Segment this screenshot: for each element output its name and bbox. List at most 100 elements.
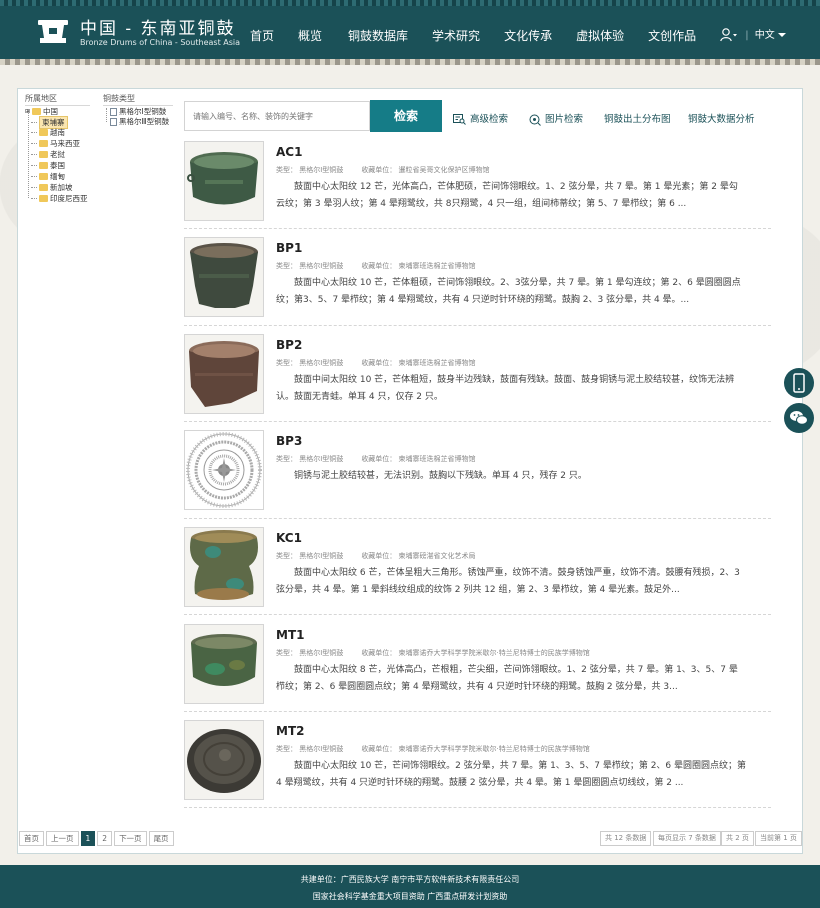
nav-creative[interactable]: 文创作品 xyxy=(648,0,696,65)
logo-chinese-text: 中国 - 东南亚铜鼓 xyxy=(80,19,236,39)
folder-icon xyxy=(39,173,48,180)
divider xyxy=(184,325,771,326)
drum-image[interactable] xyxy=(184,624,264,704)
drum-type: 黑格尔Ⅰ型铜鼓 xyxy=(299,166,344,174)
drum-type: 黑格尔Ⅰ型铜鼓 xyxy=(299,359,344,367)
drum-collection: 暹粒省吴哥文化保护区博物馆 xyxy=(398,166,490,174)
drum-code[interactable]: BP1 xyxy=(276,241,302,255)
region-filter-title: 所属地区 xyxy=(25,93,90,106)
drum-description: 鼓面中心太阳纹 10 芒，芒间饰翎眼纹。2 弦分晕，共 7 晕。第 1、3、5、… xyxy=(276,761,746,788)
divider xyxy=(184,228,771,229)
current-page-info: 当前第 1 页 xyxy=(755,831,802,846)
document-icon xyxy=(110,107,117,116)
document-icon xyxy=(110,117,117,126)
nav-research[interactable]: 学术研究 xyxy=(432,0,480,65)
drum-meta: 类型： 黑格尔Ⅰ型铜鼓 收藏单位： 柬埔寨班迭棉芷省博物馆 xyxy=(276,455,476,463)
page-1-button[interactable]: 1 xyxy=(80,831,96,846)
result-item[interactable]: MT2 类型： 黑格尔Ⅰ型铜鼓 收藏单位： 柬埔寨诺乔大学科学学院米歇尔·特兰尼特… xyxy=(184,720,771,810)
total-records: 共 12 条数据 xyxy=(600,831,652,846)
drum-meta: 类型： 黑格尔Ⅰ型铜鼓 收藏单位： 柬埔寨班迭棉芷省博物馆 xyxy=(276,359,476,367)
folder-icon xyxy=(39,184,48,191)
folder-icon xyxy=(39,162,48,169)
drum-code[interactable]: AC1 xyxy=(276,145,302,159)
region-item-laos[interactable]: 老挝 xyxy=(31,149,65,160)
next-page-button[interactable]: 下一页 xyxy=(114,831,147,846)
region-item-indonesia[interactable]: 印度尼西亚 xyxy=(31,193,88,204)
result-item[interactable]: BP2 类型： 黑格尔Ⅰ型铜鼓 收藏单位： 柬埔寨班迭棉芷省博物馆 鼓面中间太阳纹… xyxy=(184,334,771,424)
drum-code[interactable]: MT2 xyxy=(276,724,304,738)
drum-description: 鼓面中间太阳纹 10 芒，芒体粗短，鼓身半边残缺，鼓面有残缺。鼓面、鼓身铜锈与泥… xyxy=(276,375,735,402)
drum-code[interactable]: KC1 xyxy=(276,531,302,545)
drum-code[interactable]: BP2 xyxy=(276,338,302,352)
mobile-button[interactable] xyxy=(784,368,814,398)
mobile-phone-icon xyxy=(793,373,805,393)
user-icon[interactable] xyxy=(720,28,738,42)
site-logo[interactable]: 中国 - 东南亚铜鼓 Bronze Drums of China - South… xyxy=(36,14,240,52)
image-search-label: 图片检索 xyxy=(545,114,584,125)
image-search-link[interactable]: 图片检索 xyxy=(529,111,583,126)
prev-page-button[interactable]: 上一页 xyxy=(46,831,79,846)
drum-type: 黑格尔Ⅰ型铜鼓 xyxy=(299,745,344,753)
distribution-map-link[interactable]: 铜鼓出土分布图 xyxy=(604,111,671,125)
drum-description: 铜锈与泥土胶结较甚，无法识别。鼓胸以下残缺。单耳 4 只，残存 2 只。 xyxy=(294,471,587,481)
folder-icon xyxy=(39,140,48,147)
language-selector[interactable]: 中文 xyxy=(755,30,775,41)
divider xyxy=(184,518,771,519)
drum-rubbing-image[interactable] xyxy=(184,430,264,510)
drum-collection: 柬埔寨班迭棉芷省博物馆 xyxy=(398,262,476,270)
advanced-search-label: 高级检索 xyxy=(470,114,509,125)
logo-english-text: Bronze Drums of China - Southeast Asia xyxy=(80,38,241,47)
nav-culture[interactable]: 文化传承 xyxy=(504,0,552,65)
search-input[interactable] xyxy=(184,101,370,131)
region-item-singapore[interactable]: 新加坡 xyxy=(31,182,73,193)
drum-image[interactable] xyxy=(184,527,264,607)
drum-collection: 柬埔寨磅湛省文化艺术局 xyxy=(398,552,476,560)
bigdata-link[interactable]: 铜鼓大数据分析 xyxy=(688,111,755,125)
region-item-thailand[interactable]: 泰国 xyxy=(31,160,65,171)
total-pages: 共 2 页 xyxy=(721,831,754,846)
expand-icon[interactable]: ⊞ xyxy=(25,108,30,115)
main-nav: 首页 概览 铜鼓数据库 学术研究 文化传承 虚拟体验 文创作品 xyxy=(250,0,720,65)
nav-database[interactable]: 铜鼓数据库 xyxy=(348,0,408,65)
drum-image[interactable] xyxy=(184,237,264,317)
wechat-button[interactable] xyxy=(784,403,814,433)
advanced-search-link[interactable]: 高级检索 xyxy=(453,111,508,125)
search-button[interactable]: 检索 xyxy=(370,100,442,132)
nav-home[interactable]: 首页 xyxy=(250,0,274,65)
advanced-search-icon xyxy=(453,114,466,125)
result-item[interactable]: AC1 类型： 黑格尔Ⅰ型铜鼓 收藏单位： 暹粒省吴哥文化保护区博物馆 鼓面中心太… xyxy=(184,141,771,231)
drum-meta: 类型： 黑格尔Ⅰ型铜鼓 收藏单位： 暹粒省吴哥文化保护区博物馆 xyxy=(276,166,490,174)
region-item-myanmar[interactable]: 缅甸 xyxy=(31,171,65,182)
drum-description: 鼓面中心太阳纹 10 芒，芒体粗硕，芒间饰翎眼纹。2、3弦分晕，共 7 晕。第 … xyxy=(276,278,741,305)
result-item[interactable]: MT1 类型： 黑格尔Ⅰ型铜鼓 收藏单位： 柬埔寨诺乔大学科学学院米歇尔·特兰尼特… xyxy=(184,624,771,714)
per-page-info: 每页显示 7 条数据 xyxy=(653,831,721,846)
result-item[interactable]: BP1 类型： 黑格尔Ⅰ型铜鼓 收藏单位： 柬埔寨班迭棉芷省博物馆 鼓面中心太阳纹… xyxy=(184,237,771,327)
drum-description: 鼓面中心太阳纹 12 芒，光体高凸，芒体肥硕，芒间饰翎眼纹。1、2 弦分晕，共 … xyxy=(276,182,738,209)
drum-code[interactable]: BP3 xyxy=(276,434,302,448)
page-2-button[interactable]: 2 xyxy=(97,831,113,846)
drum-meta: 类型： 黑格尔Ⅰ型铜鼓 收藏单位： 柬埔寨班迭棉芷省博物馆 xyxy=(276,262,476,270)
divider xyxy=(184,711,771,712)
result-item[interactable]: BP3 类型： 黑格尔Ⅰ型铜鼓 收藏单位： 柬埔寨班迭棉芷省博物馆 铜锈与泥土胶结… xyxy=(184,430,771,520)
type-item-heger-3[interactable]: 黑格尔Ⅲ型铜鼓 xyxy=(110,116,169,127)
region-item-malaysia[interactable]: 马来西亚 xyxy=(31,138,80,149)
type-filter-title: 铜鼓类型 xyxy=(103,93,173,106)
result-item[interactable]: KC1 类型： 黑格尔Ⅰ型铜鼓 收藏单位： 柬埔寨磅湛省文化艺术局 鼓面中心太阳纹… xyxy=(184,527,771,617)
divider xyxy=(184,807,771,808)
region-item-vietnam[interactable]: 越南 xyxy=(31,127,65,138)
tree-line xyxy=(106,108,107,122)
drum-image[interactable] xyxy=(184,141,264,221)
folder-icon xyxy=(32,108,42,115)
tree-line xyxy=(28,110,29,198)
first-page-button[interactable]: 首页 xyxy=(19,831,44,846)
drum-type: 黑格尔Ⅰ型铜鼓 xyxy=(299,649,344,657)
drum-image[interactable] xyxy=(184,334,264,414)
last-page-button[interactable]: 尾页 xyxy=(148,831,174,846)
nav-overview[interactable]: 概览 xyxy=(298,0,322,65)
drum-code[interactable]: MT1 xyxy=(276,628,304,642)
drum-meta: 类型： 黑格尔Ⅰ型铜鼓 收藏单位： 柬埔寨磅湛省文化艺术局 xyxy=(276,552,476,560)
divider xyxy=(184,614,771,615)
nav-virtual[interactable]: 虚拟体验 xyxy=(576,0,624,65)
chevron-down-icon[interactable] xyxy=(777,32,786,38)
drum-image[interactable] xyxy=(184,720,264,800)
